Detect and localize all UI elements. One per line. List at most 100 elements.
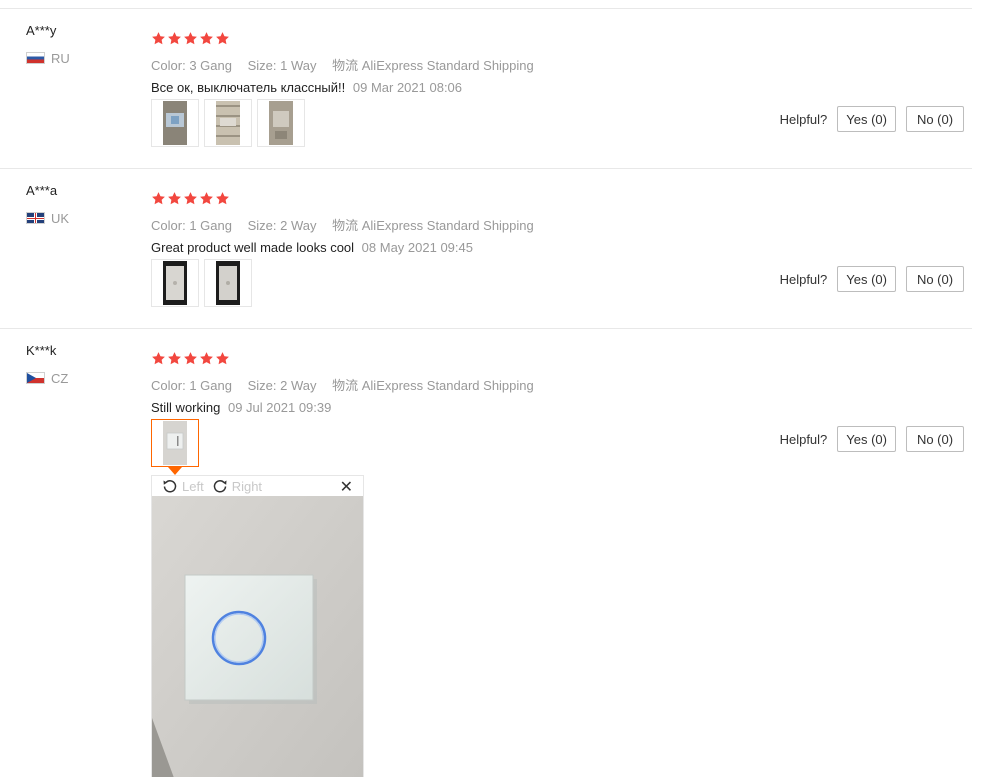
star-icon xyxy=(184,192,197,205)
photo-thumbnail[interactable] xyxy=(151,259,199,307)
shipping-label: 物流 xyxy=(332,58,359,73)
star-icon xyxy=(152,192,165,205)
country-code: RU xyxy=(51,50,70,66)
size-label: Size: xyxy=(247,378,277,393)
photo-image xyxy=(163,101,187,145)
country-code: UK xyxy=(51,210,70,226)
helpful-yes-button[interactable]: Yes (0) xyxy=(837,266,896,292)
review-item: K***k CZ Color: 1 Gang Size: 2 Way 物流 Al… xyxy=(0,329,972,489)
photo-image xyxy=(216,101,240,145)
comment-text: Great product well made looks cool xyxy=(151,240,355,255)
reviewer-country: CZ xyxy=(26,370,68,386)
photo-thumbnail[interactable] xyxy=(151,99,199,147)
rotate-right-button[interactable]: Right xyxy=(212,478,262,494)
star-rating xyxy=(151,191,230,206)
photo-thumbnail[interactable] xyxy=(257,99,305,147)
reviewer-country: RU xyxy=(26,50,70,66)
review-item: A***a UK Color: 1 Gang Size: 2 Way 物流 Al… xyxy=(0,169,972,329)
helpful-no-button[interactable]: No (0) xyxy=(906,266,964,292)
star-icon xyxy=(216,32,229,45)
review-comment: Great product well made looks cool 08 Ma… xyxy=(151,240,473,255)
shipping-value: AliExpress Standard Shipping xyxy=(361,218,534,233)
color-label: Color: xyxy=(151,378,186,393)
order-info: Color: 1 Gang Size: 2 Way 物流 AliExpress … xyxy=(151,375,534,394)
review-photos xyxy=(151,419,199,467)
size-value: 2 Way xyxy=(280,218,317,233)
color-value: 1 Gang xyxy=(189,378,232,393)
photo-thumbnail[interactable] xyxy=(204,99,252,147)
star-icon xyxy=(200,192,213,205)
star-rating xyxy=(151,351,230,366)
helpful-no-button[interactable]: No (0) xyxy=(906,106,964,132)
uk-flag-icon xyxy=(26,212,45,224)
reviewer-name: K***k xyxy=(26,343,57,358)
helpful-vote: Helpful? Yes (0) No (0) xyxy=(780,266,964,292)
star-icon xyxy=(152,32,165,45)
helpful-vote: Helpful? Yes (0) No (0) xyxy=(780,106,964,132)
shipping-label: 物流 xyxy=(332,378,359,393)
viewer-toolbar: Left Right ✕ xyxy=(152,476,363,496)
photo-thumbnail[interactable] xyxy=(204,259,252,307)
shipping-value: AliExpress Standard Shipping xyxy=(361,58,534,73)
star-icon xyxy=(168,32,181,45)
color-value: 3 Gang xyxy=(189,58,232,73)
country-code: CZ xyxy=(51,370,69,386)
shipping-label: 物流 xyxy=(332,218,359,233)
size-label: Size: xyxy=(247,58,277,73)
helpful-label: Helpful? xyxy=(779,431,828,447)
photo-viewer: Left Right ✕ xyxy=(151,475,364,777)
photo-image xyxy=(269,101,293,145)
rotate-right-icon xyxy=(213,480,227,493)
helpful-no-button[interactable]: No (0) xyxy=(906,426,964,452)
review-comment: Still working 09 Jul 2021 09:39 xyxy=(151,400,331,415)
star-icon xyxy=(168,352,181,365)
review-comment: Все ок, выключатель классный!! 09 Mar 20… xyxy=(151,80,462,95)
photo-image xyxy=(163,261,187,305)
shipping-value: AliExpress Standard Shipping xyxy=(361,378,534,393)
order-info: Color: 3 Gang Size: 1 Way 物流 AliExpress … xyxy=(151,55,534,74)
star-icon xyxy=(216,192,229,205)
color-value: 1 Gang xyxy=(189,218,232,233)
star-icon xyxy=(152,352,165,365)
rotate-left-icon xyxy=(163,480,177,493)
helpful-vote: Helpful? Yes (0) No (0) xyxy=(780,426,964,452)
comment-text: Все ок, выключатель классный!! xyxy=(151,80,346,95)
helpful-label: Helpful? xyxy=(779,271,828,287)
enlarged-review-photo xyxy=(152,496,363,777)
size-value: 2 Way xyxy=(280,378,317,393)
size-label: Size: xyxy=(247,218,277,233)
reviewer-name: A***y xyxy=(26,23,57,38)
color-label: Color: xyxy=(151,58,186,73)
star-icon xyxy=(200,352,213,365)
star-icon xyxy=(168,192,181,205)
rotate-left-button[interactable]: Left xyxy=(162,478,204,494)
star-icon xyxy=(216,352,229,365)
reviewer-name: A***a xyxy=(26,183,58,198)
comment-text: Still working xyxy=(151,400,221,415)
star-icon xyxy=(184,32,197,45)
helpful-yes-button[interactable]: Yes (0) xyxy=(837,426,896,452)
review-date: 09 Jul 2021 09:39 xyxy=(227,400,332,415)
review-item: A***y RU Color: 3 Gang Size: 1 Way 物流 Al… xyxy=(0,9,972,169)
order-info: Color: 1 Gang Size: 2 Way 物流 AliExpress … xyxy=(151,215,534,234)
color-label: Color: xyxy=(151,218,186,233)
close-icon[interactable]: ✕ xyxy=(340,477,353,497)
review-photos xyxy=(151,99,305,147)
rotate-left-label: Left xyxy=(182,478,204,494)
photo-image xyxy=(163,421,187,465)
cz-flag-icon xyxy=(26,372,45,384)
star-icon xyxy=(200,32,213,45)
photo-image xyxy=(216,261,240,305)
ru-flag-icon xyxy=(26,52,45,64)
review-date: 08 May 2021 09:45 xyxy=(361,240,473,255)
helpful-yes-button[interactable]: Yes (0) xyxy=(837,106,896,132)
rotate-right-label: Right xyxy=(231,478,263,494)
size-value: 1 Way xyxy=(280,58,317,73)
star-rating xyxy=(151,31,230,46)
helpful-label: Helpful? xyxy=(779,111,828,127)
reviewer-country: UK xyxy=(26,210,69,226)
selected-photo-pointer xyxy=(168,467,182,475)
review-photos xyxy=(151,259,252,307)
review-date: 09 Mar 2021 08:06 xyxy=(352,80,463,95)
photo-thumbnail-selected[interactable] xyxy=(151,419,199,467)
